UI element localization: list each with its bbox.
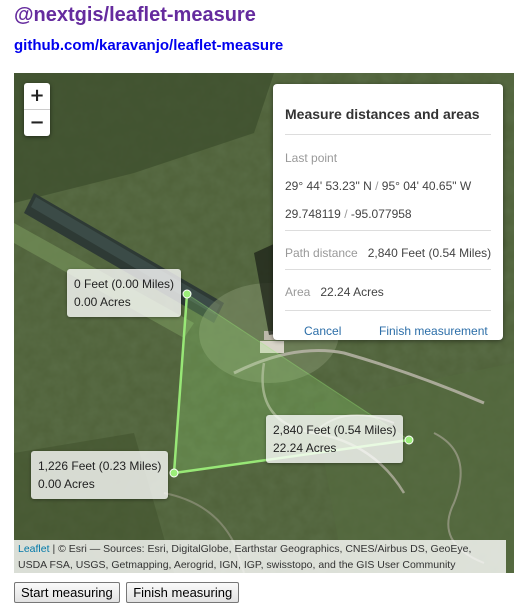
- decimal-longitude: -95.077958: [350, 207, 412, 221]
- area-value: 22.24 Acres: [320, 285, 384, 299]
- dms-latitude: 29° 44' 53.23" N: [285, 179, 372, 193]
- divider: [285, 134, 491, 135]
- decimal-latitude: 29.748119: [285, 207, 341, 221]
- tooltip-area: 0.00 Acres: [74, 295, 131, 309]
- finish-measurement-button[interactable]: Finish measurement: [379, 324, 488, 338]
- area-row: Area 22.24 Acres: [285, 285, 384, 299]
- page-title: @nextgis/leaflet-measure: [14, 4, 256, 26]
- divider: [285, 310, 491, 311]
- divider: [285, 230, 491, 231]
- leaflet-link[interactable]: Leaflet: [18, 543, 50, 555]
- tooltip-distance: 0 Feet (0.00 Miles): [74, 277, 175, 291]
- finish-measuring-button[interactable]: Finish measuring: [126, 582, 240, 603]
- zoom-out-button[interactable]: −: [24, 109, 50, 136]
- start-measuring-button[interactable]: Start measuring: [14, 582, 120, 603]
- measure-tooltip: 0 Feet (0.00 Miles) 0.00 Acres: [67, 269, 182, 317]
- last-point-decimal: 29.748119 / -95.077958: [285, 207, 412, 221]
- measure-panel-title: Measure distances and areas: [285, 106, 480, 122]
- attribution-text: | © Esri — Sources: Esri, DigitalGlobe, …: [18, 543, 472, 571]
- tooltip-distance: 1,226 Feet (0.23 Miles): [38, 459, 162, 473]
- zoom-control: + −: [24, 83, 50, 136]
- divider: [285, 269, 491, 270]
- control-buttons: Start measuring Finish measuring: [14, 582, 241, 603]
- tooltip-area: 0.00 Acres: [38, 477, 95, 491]
- path-distance-value: 2,840 Feet (0.54 Miles): [367, 246, 492, 260]
- measure-panel: Measure distances and areas Last point 2…: [273, 84, 503, 340]
- last-point-dms: 29° 44' 53.23" N / 95° 04' 40.65" W: [285, 179, 471, 193]
- path-distance-row: Path distance 2,840 Feet (0.54 Miles): [285, 246, 491, 260]
- path-distance-label: Path distance: [285, 246, 358, 260]
- tooltip-area: 22.24 Acres: [273, 441, 337, 455]
- tooltip-distance: 2,840 Feet (0.54 Miles): [273, 423, 397, 437]
- dms-separator: /: [375, 179, 379, 193]
- measure-tooltip: 1,226 Feet (0.23 Miles) 0.00 Acres: [31, 451, 169, 499]
- map[interactable]: + − 0 Feet (0.00 Miles) 0.00 Acres 1,226…: [14, 73, 514, 573]
- last-point-label: Last point: [285, 151, 338, 165]
- decimal-separator: /: [344, 207, 348, 221]
- measure-tooltip: 2,840 Feet (0.54 Miles) 22.24 Acres: [266, 415, 404, 463]
- dms-longitude: 95° 04' 40.65" W: [381, 179, 472, 193]
- cancel-button[interactable]: Cancel: [304, 324, 341, 338]
- map-attribution: Leaflet | © Esri — Sources: Esri, Digita…: [14, 540, 506, 573]
- zoom-in-button[interactable]: +: [24, 83, 50, 109]
- repo-link[interactable]: github.com/karavanjo/leaflet-measure: [14, 37, 283, 54]
- area-label: Area: [285, 285, 311, 299]
